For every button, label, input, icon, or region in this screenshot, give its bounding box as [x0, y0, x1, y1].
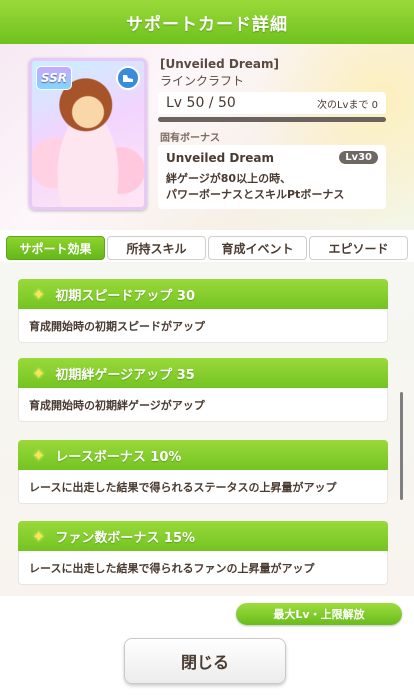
effect-title: 初期絆ゲージアップ 35 — [55, 367, 195, 383]
effect-header: ✦ 初期スピードアップ 30 — [18, 279, 388, 309]
unique-bonus-desc: 絆ゲージが80以上の時、 パワーボーナスとスキルPtボーナス — [166, 171, 378, 203]
sparkle-icon: ✦ — [32, 284, 46, 304]
tab-skills[interactable]: 所持スキル — [107, 236, 206, 260]
unique-bonus-box: Unveiled Dream Lv30 絆ゲージが80以上の時、 パワーボーナス… — [158, 145, 386, 209]
character-name: ラインクラフト — [160, 74, 245, 88]
effect-header: ✦ 初期絆ゲージアップ 35 — [18, 358, 388, 388]
level-progress-bar — [158, 117, 386, 122]
effect-header: ✦ ファン数ボーナス 15% — [18, 521, 388, 551]
sparkle-icon: ✦ — [32, 445, 46, 465]
card-name: [Unveiled Dream] — [160, 57, 279, 71]
effect-desc: 育成開始時の初期スピードがアップ — [18, 309, 388, 343]
shoe-icon — [123, 75, 133, 82]
unique-bonus-level: Lv30 — [339, 151, 378, 164]
tab-training-events[interactable]: 育成イベント — [208, 236, 307, 260]
scrollbar[interactable] — [400, 392, 403, 500]
sparkle-icon: ✦ — [32, 363, 46, 383]
effect-title: レースボーナス 10% — [55, 449, 182, 465]
tab-support-effect[interactable]: サポート効果 — [6, 236, 105, 260]
unique-bonus-label: 固有ボーナス — [160, 133, 220, 144]
effect-title: ファン数ボーナス 15% — [55, 530, 196, 546]
level-text: Lv 50 / 50 — [166, 95, 236, 111]
title-bar: サポートカード詳細 — [0, 0, 414, 44]
sparkle-icon: ✦ — [32, 526, 46, 546]
effect-desc: 育成開始時の初期絆ゲージがアップ — [18, 388, 388, 422]
list-item: ✦ レースボーナス 10% レースに出走した結果で得られるステータスの上昇量がア… — [18, 440, 388, 506]
effect-title: 初期スピードアップ 30 — [55, 288, 196, 304]
speed-type-icon — [116, 66, 140, 90]
next-level-text: 次のLvまで 0 — [316, 99, 378, 111]
list-item: ✦ 初期絆ゲージアップ 35 育成開始時の初期絆ゲージがアップ — [18, 358, 388, 424]
unique-bonus-desc-line1: 絆ゲージが80以上の時、 — [166, 172, 292, 185]
effect-header: ✦ レースボーナス 10% — [18, 440, 388, 470]
rarity-badge: SSR — [36, 66, 72, 90]
max-level-unlock-button[interactable]: 最大Lv・上限解放 — [236, 603, 402, 625]
effect-desc: レースに出走した結果で得られるステータスの上昇量がアップ — [18, 470, 388, 504]
list-item: ✦ 初期スピードアップ 30 育成開始時の初期スピードがアップ — [18, 279, 388, 345]
list-item: ✦ ファン数ボーナス 15% レースに出走した結果で得られるファンの上昇量がアッ… — [18, 521, 388, 587]
effect-list[interactable]: ✦ 初期スピードアップ 30 育成開始時の初期スピードがアップ ✦ 初期絆ゲージ… — [0, 262, 414, 596]
support-card-image[interactable]: SSR — [29, 58, 147, 210]
level-box: Lv 50 / 50 次のLvまで 0 — [158, 92, 386, 114]
close-button[interactable]: 閉じる — [124, 638, 286, 684]
page-title: サポートカード詳細 — [126, 14, 288, 35]
unique-bonus-desc-line2: パワーボーナスとスキルPtボーナス — [166, 188, 345, 201]
effect-desc: レースに出走した結果で得られるファンの上昇量がアップ — [18, 551, 388, 585]
tab-episode[interactable]: エピソード — [309, 236, 408, 260]
tab-bar: サポート効果 所持スキル 育成イベント エピソード — [6, 236, 408, 260]
